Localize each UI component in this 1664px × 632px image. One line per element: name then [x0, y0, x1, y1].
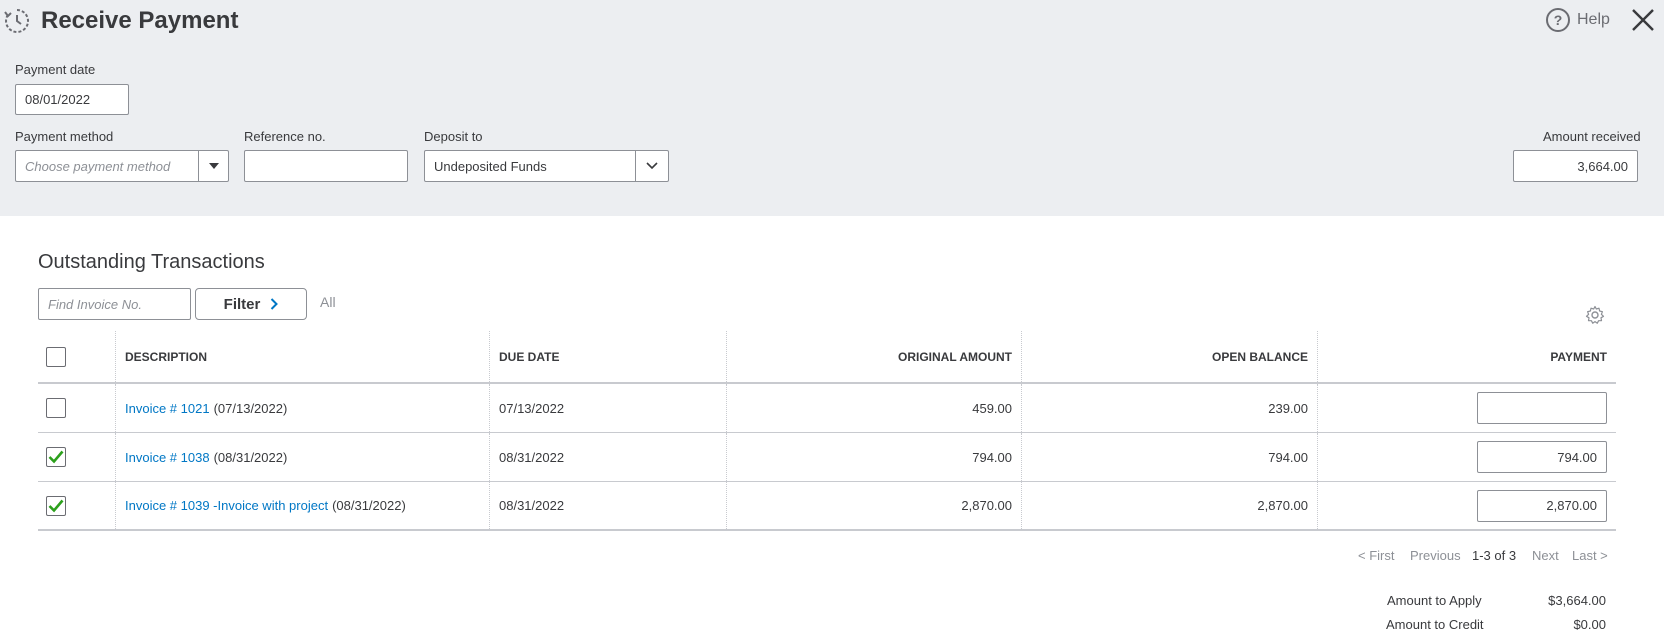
column-header-payment[interactable]: PAYMENT	[1318, 331, 1616, 382]
payment-input[interactable]: 2,870.00	[1477, 489, 1607, 522]
amount-received-input[interactable]: 3,664.00	[1513, 150, 1638, 182]
help-icon: ?	[1546, 8, 1570, 32]
outstanding-transactions-title: Outstanding Transactions	[38, 251, 265, 273]
due-date-cell: 07/13/2022	[490, 384, 727, 432]
row-checkbox[interactable]	[46, 447, 66, 467]
payment-method-value: Choose payment method	[16, 151, 198, 181]
pagination-range: 1-3 of 3	[1472, 548, 1517, 563]
amount-to-credit-label: Amount to Credit	[1386, 617, 1484, 632]
close-icon[interactable]	[1630, 7, 1656, 33]
payment-cell: 794.00	[1318, 433, 1616, 481]
filter-label: Filter	[223, 295, 261, 313]
caret-down-icon[interactable]	[198, 151, 228, 181]
pagination-last[interactable]: Last >	[1572, 548, 1608, 563]
form-header-panel: Receive Payment ? Help Payment date 08/0…	[0, 0, 1664, 216]
outstanding-transactions-table: DESCRIPTION DUE DATE ORIGINAL AMOUNT OPE…	[38, 331, 1616, 531]
payment-method-placeholder: Choose payment method	[25, 158, 171, 174]
payment-date-input[interactable]: 08/01/2022	[15, 84, 129, 115]
due-date-cell: 08/31/2022	[490, 482, 727, 529]
row-checkbox-cell	[38, 433, 116, 481]
column-header-description[interactable]: DESCRIPTION	[116, 331, 490, 382]
checkmark-icon	[48, 450, 64, 464]
open-balance-cell: 239.00	[1022, 384, 1318, 432]
amount-to-apply-label: Amount to Apply	[1387, 593, 1482, 608]
chevron-right-icon	[271, 298, 279, 310]
description-cell: Invoice # 1039 -Invoice with project (08…	[116, 482, 490, 529]
invoice-link[interactable]: Invoice # 1038	[125, 450, 210, 465]
amount-received-label: Amount received	[1543, 129, 1641, 144]
reference-no-input[interactable]	[244, 150, 408, 182]
checkmark-icon	[48, 499, 64, 512]
select-all-checkbox[interactable]	[46, 346, 66, 367]
payment-input[interactable]: 794.00	[1477, 441, 1607, 473]
column-header-open-balance[interactable]: OPEN BALANCE	[1022, 331, 1318, 382]
table-row: Invoice # 1021 (07/13/2022) 07/13/2022 4…	[38, 384, 1616, 433]
payment-cell: 2,870.00	[1318, 482, 1616, 529]
original-amount-cell: 459.00	[727, 384, 1022, 432]
reference-no-label: Reference no.	[244, 129, 326, 144]
invoice-date: (07/13/2022)	[213, 400, 288, 416]
description-cell: Invoice # 1038 (08/31/2022)	[116, 433, 490, 481]
deposit-to-value: Undeposited Funds	[434, 158, 547, 174]
table-row: Invoice # 1038 (08/31/2022) 08/31/2022 7…	[38, 433, 1616, 482]
table-row: Invoice # 1039 -Invoice with project (08…	[38, 482, 1616, 531]
column-header-due-date[interactable]: DUE DATE	[490, 331, 727, 382]
deposit-to-select[interactable]: Undeposited Funds	[424, 150, 669, 182]
pagination-previous[interactable]: Previous	[1410, 548, 1461, 563]
invoice-link[interactable]: Invoice # 1039 -Invoice with project	[125, 498, 328, 513]
row-checkbox[interactable]	[46, 398, 66, 418]
find-invoice-input[interactable]: Find Invoice No.	[38, 288, 191, 320]
svg-text:?: ?	[1554, 12, 1563, 28]
payment-cell	[1318, 384, 1616, 432]
amount-to-apply-value: $3,664.00	[1548, 593, 1606, 608]
help-label: Help	[1577, 11, 1610, 28]
page-title: Receive Payment	[41, 7, 239, 34]
open-balance-cell: 2,870.00	[1022, 482, 1318, 529]
payment-method-select[interactable]: Choose payment method	[15, 150, 229, 182]
filter-value: All	[320, 294, 336, 310]
payment-input[interactable]	[1477, 392, 1607, 424]
pagination-next[interactable]: Next	[1532, 548, 1559, 563]
invoice-date: (08/31/2022)	[213, 449, 288, 465]
help-button[interactable]: ? Help	[1545, 7, 1610, 33]
original-amount-cell: 2,870.00	[727, 482, 1022, 529]
invoice-link[interactable]: Invoice # 1021	[125, 401, 210, 416]
invoice-date: (08/31/2022)	[332, 498, 406, 513]
receive-payment-icon	[4, 9, 29, 33]
row-checkbox[interactable]	[46, 495, 66, 516]
gear-icon[interactable]	[1585, 305, 1605, 325]
original-amount-cell: 794.00	[727, 433, 1022, 481]
amount-to-credit-value: $0.00	[1573, 617, 1606, 632]
column-header-original-amount[interactable]: ORIGINAL AMOUNT	[727, 331, 1022, 382]
payment-method-label: Payment method	[15, 129, 114, 144]
due-date-cell: 08/31/2022	[490, 433, 727, 481]
header-checkbox-cell	[38, 331, 116, 382]
deposit-to-label: Deposit to	[424, 129, 483, 144]
chevron-down-icon[interactable]	[635, 151, 668, 181]
pagination-first[interactable]: < First	[1358, 548, 1394, 563]
payment-date-label: Payment date	[15, 62, 96, 77]
table-header-row: DESCRIPTION DUE DATE ORIGINAL AMOUNT OPE…	[38, 331, 1616, 384]
row-checkbox-cell	[38, 384, 116, 432]
open-balance-cell: 794.00	[1022, 433, 1318, 481]
row-checkbox-cell	[38, 482, 116, 529]
filter-button[interactable]: Filter	[195, 288, 307, 320]
description-cell: Invoice # 1021 (07/13/2022)	[116, 384, 490, 432]
